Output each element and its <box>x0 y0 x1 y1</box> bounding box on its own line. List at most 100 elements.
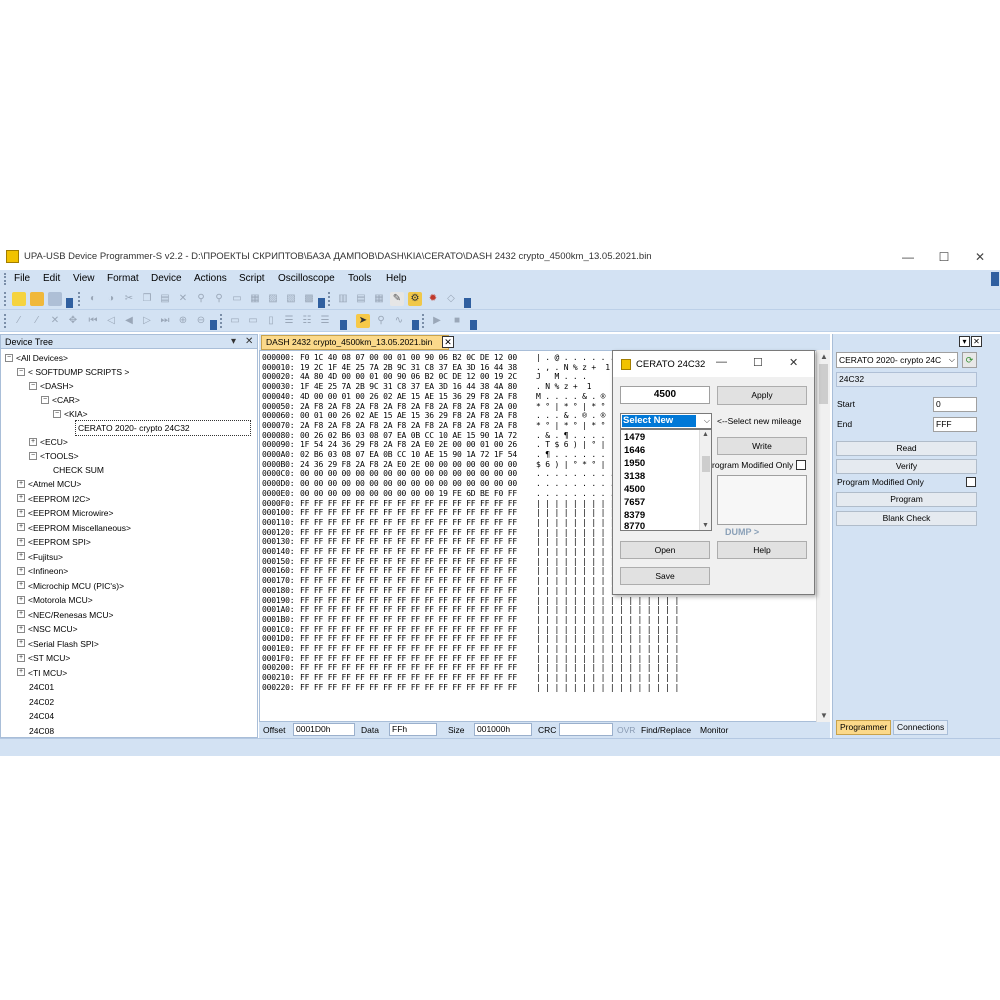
hex-bytes[interactable]: FF FF FF FF FF FF FF FF FF FF FF FF FF F… <box>300 566 536 576</box>
stop-icon[interactable]: ■ <box>450 314 464 328</box>
collapse-icon[interactable]: − <box>29 381 37 390</box>
left-icon[interactable]: ◀ <box>122 314 136 328</box>
list-item[interactable]: 7657 <box>624 496 645 509</box>
menu-format[interactable]: Format <box>107 273 139 284</box>
list-item[interactable]: 3138 <box>624 470 645 483</box>
undo-icon[interactable]: ◐ <box>86 292 100 306</box>
expand-icon[interactable]: + <box>29 437 37 446</box>
hex-ascii[interactable]: | | | | | | | | | | | | | | | | <box>536 673 679 683</box>
hex-bytes[interactable]: FF FF FF FF FF FF FF FF FF FF FF FF FF F… <box>300 518 536 528</box>
monitor-link[interactable]: Monitor <box>700 725 728 735</box>
collapse-icon[interactable]: − <box>29 451 37 460</box>
zoom-icon[interactable]: ⚲ <box>374 314 388 328</box>
move-icon[interactable]: ✥ <box>66 314 80 328</box>
menu-actions[interactable]: Actions <box>194 273 227 284</box>
delete-icon[interactable]: ✕ <box>176 292 190 306</box>
expand-icon[interactable]: + <box>17 624 25 633</box>
tree-node[interactable]: − <CAR> <box>41 392 80 406</box>
hex-ascii[interactable]: | | | | | | | | | | | | | | | | <box>536 644 679 654</box>
menu-view[interactable]: View <box>73 273 95 284</box>
read-button[interactable]: Read <box>836 441 977 456</box>
new-icon[interactable] <box>12 292 26 306</box>
expand-icon[interactable]: + <box>17 595 25 604</box>
fill-icon[interactable]: ▨ <box>266 292 280 306</box>
view-dropdown-icon[interactable] <box>340 320 347 330</box>
scroll-up-icon[interactable]: ▲ <box>702 431 709 438</box>
collapse-icon[interactable]: − <box>53 409 61 418</box>
hex-bytes[interactable]: FF FF FF FF FF FF FF FF FF FF FF FF FF F… <box>300 644 536 654</box>
hex-bytes[interactable]: 19 2C 1F 4E 25 7A 2B 9C 31 C8 37 EA 3D 1… <box>300 363 536 373</box>
hex-row[interactable]: 000210: FF FF FF FF FF FF FF FF FF FF FF … <box>262 673 679 683</box>
menu-oscilloscope[interactable]: Oscilloscope <box>278 273 335 284</box>
hex-row[interactable]: 0001A0: FF FF FF FF FF FF FF FF FF FF FF … <box>262 605 679 615</box>
tree-node[interactable]: + <EEPROM Microwire> <box>17 505 114 519</box>
prev-icon[interactable]: ◁ <box>104 314 118 328</box>
list-item[interactable]: 1950 <box>624 457 645 470</box>
scroll-thumb[interactable] <box>819 364 828 404</box>
refresh-icon[interactable]: ⟳ <box>962 352 977 368</box>
hex-bytes[interactable]: FF FF FF FF FF FF FF FF FF FF FF FF FF F… <box>300 654 536 664</box>
expand-icon[interactable]: + <box>17 581 25 590</box>
toolbar-overflow[interactable] <box>991 272 999 286</box>
panel-menu-icon[interactable]: ▾ <box>959 336 970 347</box>
tree-node[interactable]: + <Serial Flash SPI> <box>17 636 99 650</box>
expand-icon[interactable]: + <box>17 653 25 662</box>
hex-bytes[interactable]: FF FF FF FF FF FF FF FF FF FF FF FF FF F… <box>300 605 536 615</box>
hex-row[interactable]: 0001F0: FF FF FF FF FF FF FF FF FF FF FF … <box>262 654 679 664</box>
bookmark-icon[interactable]: ▭ <box>230 292 244 306</box>
list-scrollbar[interactable]: ▲ ▼ <box>699 430 711 530</box>
list-item[interactable]: 4500 <box>624 483 645 496</box>
tree-node[interactable]: + <NEC/Renesas MCU> <box>17 607 114 621</box>
tree-node[interactable]: − < SOFTDUMP SCRIPTS > <box>17 364 129 378</box>
menu-help[interactable]: Help <box>386 273 407 284</box>
hex-ascii[interactable]: | | | | | | | | | | | | | | | | <box>536 615 679 625</box>
hex-ascii[interactable]: . & . ¶ . . . . <box>536 431 605 441</box>
redo-icon[interactable]: ◑ <box>104 292 118 306</box>
hex-bytes[interactable]: FF FF FF FF FF FF FF FF FF FF FF FF FF F… <box>300 537 536 547</box>
view-table-icon[interactable]: ☰ <box>318 314 332 328</box>
hex-bytes[interactable]: FF FF FF FF FF FF FF FF FF FF FF FF FF F… <box>300 683 536 693</box>
hex-row[interactable]: 000090: 1F 54 24 36 29 F8 2A F8 2A E0 2E … <box>262 440 605 450</box>
hex-bytes[interactable]: FF FF FF FF FF FF FF FF FF FF FF FF FF F… <box>300 557 536 567</box>
hex-bytes[interactable]: 2A F8 2A F8 2A F8 2A F8 2A F8 2A F8 2A F… <box>300 421 536 431</box>
expand-icon[interactable]: + <box>17 508 25 517</box>
hex-ascii[interactable]: . ¶ . . . . . . <box>536 450 605 460</box>
hex-bytes[interactable]: FF FF FF FF FF FF FF FF FF FF FF FF FF F… <box>300 634 536 644</box>
list-item[interactable]: 1646 <box>624 444 645 457</box>
hex-bytes[interactable]: 00 00 00 00 00 00 00 00 00 00 19 FE 6D B… <box>300 489 536 499</box>
menu-device[interactable]: Device <box>151 273 182 284</box>
end-field[interactable]: FFF <box>933 417 977 432</box>
expand-icon[interactable]: + <box>17 494 25 503</box>
tab-programmer[interactable]: Programmer <box>836 720 892 735</box>
expand-icon[interactable]: + <box>17 639 25 648</box>
tree-node[interactable]: + <EEPROM Miscellaneous> <box>17 520 131 534</box>
collapse-icon[interactable]: − <box>17 367 25 376</box>
hex-ascii[interactable]: * ° | * ° | * ° <box>536 402 605 412</box>
wand-icon[interactable]: ⁄ <box>12 314 26 328</box>
hex-bytes[interactable]: 2A F8 2A F8 2A F8 2A F8 2A F8 2A F8 2A F… <box>300 402 536 412</box>
tree-node[interactable]: + <Fujitsu> <box>17 549 63 563</box>
play-icon[interactable]: ▶ <box>430 314 444 328</box>
program-button[interactable]: Program <box>836 492 977 507</box>
tree-node[interactable]: + <Microchip MCU (PIC's)> <box>17 578 124 592</box>
hex-ascii[interactable]: | | | | | | | | | | | | | | | | <box>536 654 679 664</box>
tree-node[interactable]: 24C08 <box>29 723 54 737</box>
hex-row[interactable]: 000070: 2A F8 2A F8 2A F8 2A F8 2A F8 2A … <box>262 421 605 431</box>
paste-icon[interactable]: ▤ <box>158 292 172 306</box>
expand-icon[interactable]: + <box>17 537 25 546</box>
expand-icon[interactable]: + <box>17 523 25 532</box>
view-text-icon[interactable]: ▭ <box>246 314 260 328</box>
hex-ascii[interactable]: M . . . . & . ® <box>536 392 605 402</box>
waveform-icon[interactable]: ∿ <box>392 314 406 328</box>
panel-close-icon[interactable]: ✕ <box>971 336 982 347</box>
collapse-icon[interactable]: − <box>41 395 49 404</box>
copy-icon[interactable]: ❐ <box>140 292 154 306</box>
hex-bytes[interactable]: FF FF FF FF FF FF FF FF FF FF FF FF FF F… <box>300 673 536 683</box>
hex-row[interactable]: 000060: 00 01 00 26 02 AE 15 AE 15 36 29 … <box>262 411 605 421</box>
hex-ascii[interactable]: | | | | | | | | | | | | | | | | <box>536 605 679 615</box>
hex-bytes[interactable]: 00 01 00 26 02 AE 15 AE 15 36 29 F8 2A F… <box>300 411 536 421</box>
hex-ascii[interactable]: . T $ 6 ) | ° | <box>536 440 605 450</box>
hex-row[interactable]: 000200: FF FF FF FF FF FF FF FF FF FF FF … <box>262 663 679 673</box>
select-all-icon[interactable]: ▦ <box>248 292 262 306</box>
blank-check-button[interactable]: Blank Check <box>836 511 977 526</box>
